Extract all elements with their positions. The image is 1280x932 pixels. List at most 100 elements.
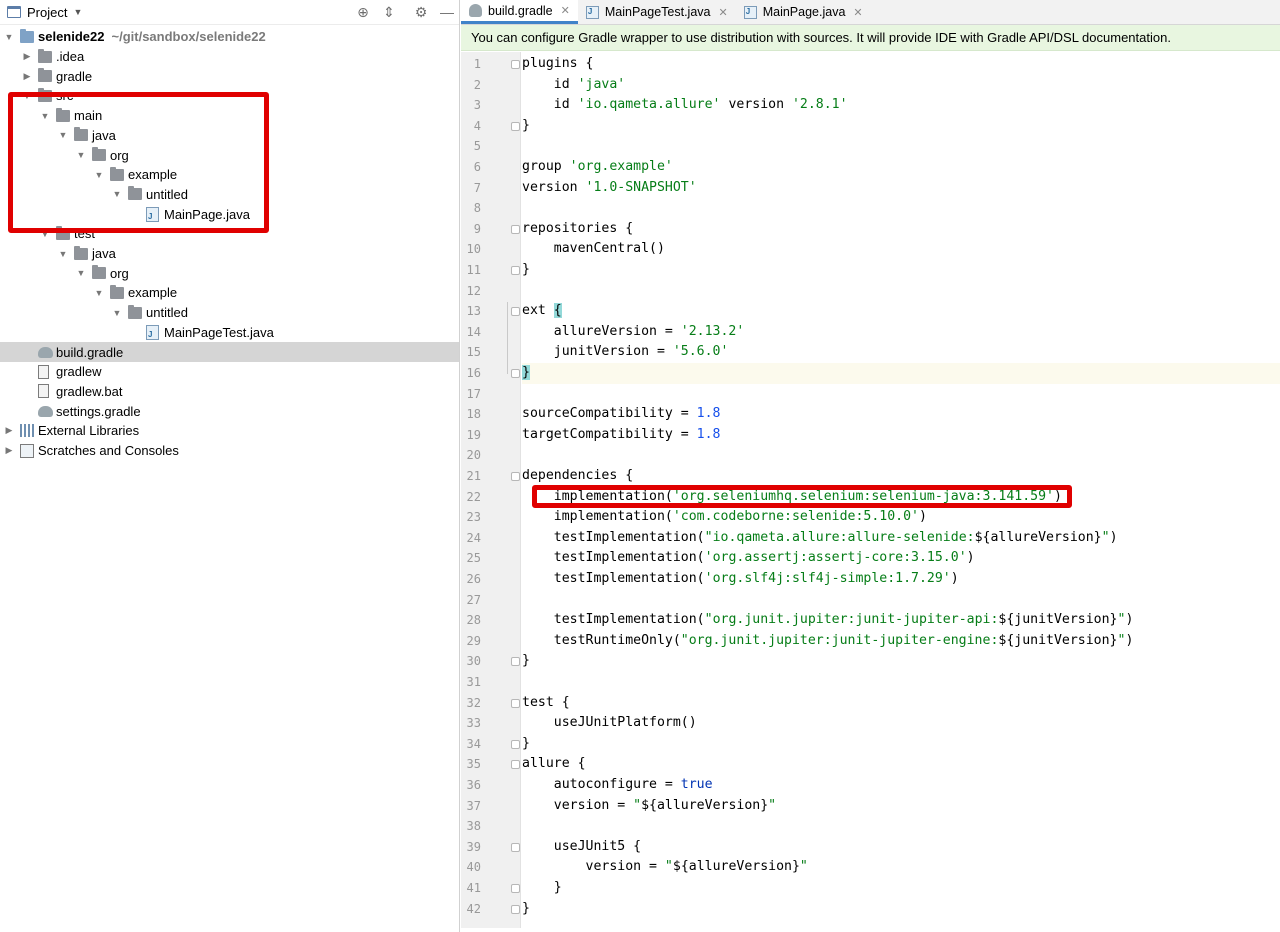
fold-marker-open-icon[interactable]: [511, 307, 520, 317]
code-line[interactable]: allureVersion = '2.13.2': [522, 322, 745, 343]
chevron-down-icon[interactable]: ▼: [112, 189, 122, 199]
code-line[interactable]: group 'org.example': [522, 157, 673, 178]
tree-item-scratches-and-consoles[interactable]: ▶ Scratches and Consoles: [0, 441, 459, 461]
code-line[interactable]: version = "${allureVersion}": [522, 857, 808, 878]
fold-marker-open-icon[interactable]: [511, 472, 520, 481]
code-line[interactable]: version = "${allureVersion}": [522, 796, 776, 817]
chevron-down-icon[interactable]: ▼: [22, 91, 32, 101]
code-line[interactable]: }: [522, 734, 530, 755]
collapse-all-icon[interactable]: ⇕: [381, 4, 397, 20]
tree-item-mainpage-java[interactable]: J MainPage.java: [0, 204, 459, 224]
code-line[interactable]: testImplementation('org.assertj:assertj-…: [522, 548, 975, 569]
code-line[interactable]: }: [522, 116, 530, 137]
code-line[interactable]: allure {: [522, 754, 586, 775]
chevron-down-icon[interactable]: ▼: [112, 308, 122, 318]
code-line[interactable]: testImplementation('org.slf4j:slf4j-simp…: [522, 569, 959, 590]
chevron-down-icon[interactable]: ▼: [40, 111, 50, 121]
fold-marker-open-icon[interactable]: [511, 760, 520, 770]
code-editor[interactable]: 1 2 3 4 5 6 7 8 9 10 11 12 13 14 15 16 17 18 19 20 21 22 23 24 2…: [461, 52, 1280, 928]
tree-item-example[interactable]: ▼ example: [0, 283, 459, 303]
line-number-gutter[interactable]: 1 2 3 4 5 6 7 8 9 10 11 12 13 14 15 16 17 18 19 20 21 22 23 24 2…: [461, 52, 521, 928]
tree-item-gradlew-bat[interactable]: gradlew.bat: [0, 382, 459, 402]
code-line[interactable]: implementation('org.seleniumhq.selenium:…: [522, 487, 1062, 508]
tree-item-selenide22[interactable]: ▼ selenide22 ~/git/sandbox/selenide22: [0, 27, 459, 47]
code-line[interactable]: }: [522, 260, 530, 281]
tab-mainpagetest-java[interactable]: J MainPageTest.java ✕: [578, 0, 736, 24]
tree-item-mainpagetest-java[interactable]: J MainPageTest.java: [0, 323, 459, 343]
fold-marker-close-icon[interactable]: [511, 904, 520, 914]
tree-item-org[interactable]: ▼ org: [0, 145, 459, 165]
close-icon[interactable]: ✕: [853, 6, 862, 19]
code-line[interactable]: targetCompatibility = 1.8: [522, 425, 721, 446]
chevron-right-icon[interactable]: ▶: [22, 51, 32, 62]
tree-item--idea[interactable]: ▶ .idea: [0, 47, 459, 67]
fold-marker-close-icon[interactable]: [511, 657, 520, 667]
code-line[interactable]: }: [522, 878, 562, 899]
fold-marker-close-icon[interactable]: [511, 884, 520, 893]
fold-marker-close-icon[interactable]: [511, 369, 520, 378]
tree-item-test[interactable]: ▼ test: [0, 224, 459, 244]
code-line[interactable]: id 'java': [522, 75, 625, 96]
code-line[interactable]: useJUnit5 {: [522, 837, 641, 858]
code-line[interactable]: testImplementation("org.junit.jupiter:ju…: [522, 610, 1134, 631]
code-line[interactable]: testImplementation("io.qameta.allure:all…: [522, 528, 1118, 549]
code-line[interactable]: repositories {: [522, 219, 633, 240]
chevron-down-icon[interactable]: ▼: [4, 32, 14, 42]
code-line[interactable]: mavenCentral(): [522, 239, 665, 260]
fold-marker-close-icon[interactable]: [511, 266, 520, 275]
code-line[interactable]: plugins {: [522, 54, 593, 75]
tab-build-gradle[interactable]: build.gradle ✕: [461, 0, 578, 24]
tree-item-build-gradle[interactable]: build.gradle: [0, 342, 459, 362]
fold-marker-close-icon[interactable]: [511, 739, 520, 749]
chevron-down-icon[interactable]: ▼: [94, 288, 104, 298]
tree-item-external-libraries[interactable]: ▶ External Libraries: [0, 421, 459, 441]
code-line[interactable]: autoconfigure = true: [522, 775, 713, 796]
tree-item-org[interactable]: ▼ org: [0, 263, 459, 283]
chevron-right-icon[interactable]: ▶: [4, 445, 14, 456]
tree-item-src[interactable]: ▼ src: [0, 86, 459, 106]
code-line[interactable]: dependencies {: [522, 466, 633, 487]
view-selector-chevron-down-icon[interactable]: ▼: [73, 7, 82, 17]
chevron-down-icon[interactable]: ▼: [58, 130, 68, 140]
code-line[interactable]: ext {: [522, 301, 562, 322]
tree-item-main[interactable]: ▼ main: [0, 106, 459, 126]
fold-marker-open-icon[interactable]: [511, 224, 520, 234]
chevron-down-icon[interactable]: ▼: [94, 170, 104, 180]
tree-item-untitled[interactable]: ▼ untitled: [0, 303, 459, 323]
tree-item-untitled[interactable]: ▼ untitled: [0, 185, 459, 205]
close-icon[interactable]: ✕: [561, 4, 570, 17]
project-view-title[interactable]: Project: [27, 5, 67, 20]
chevron-down-icon[interactable]: ▼: [58, 249, 68, 259]
code-line[interactable]: testRuntimeOnly("org.junit.jupiter:junit…: [522, 631, 1134, 652]
code-line[interactable]: }: [522, 363, 530, 384]
hide-panel-icon[interactable]: —: [439, 4, 455, 20]
fold-marker-open-icon[interactable]: [511, 60, 520, 69]
tree-item-java[interactable]: ▼ java: [0, 244, 459, 264]
fold-marker-close-icon[interactable]: [511, 121, 520, 131]
code-line[interactable]: }: [522, 651, 530, 672]
locate-file-icon[interactable]: ⊕: [355, 4, 371, 20]
code-line[interactable]: }: [522, 899, 530, 920]
close-icon[interactable]: ✕: [718, 6, 727, 19]
code-line[interactable]: useJUnitPlatform(): [522, 713, 697, 734]
chevron-down-icon[interactable]: ▼: [76, 268, 86, 278]
code-line[interactable]: junitVersion = '5.6.0': [522, 342, 729, 363]
tab-mainpage-java[interactable]: J MainPage.java ✕: [736, 0, 871, 24]
tree-item-java[interactable]: ▼ java: [0, 126, 459, 146]
fold-marker-open-icon[interactable]: [511, 698, 520, 708]
code-line[interactable]: implementation('com.codeborne:selenide:5…: [522, 507, 927, 528]
code-line[interactable]: sourceCompatibility = 1.8: [522, 404, 721, 425]
gear-icon[interactable]: ⚙: [413, 4, 429, 20]
tree-item-gradlew[interactable]: gradlew: [0, 362, 459, 382]
code-line[interactable]: version '1.0-SNAPSHOT': [522, 178, 697, 199]
tree-item-settings-gradle[interactable]: settings.gradle: [0, 401, 459, 421]
chevron-right-icon[interactable]: ▶: [22, 71, 32, 81]
tree-item-example[interactable]: ▼ example: [0, 165, 459, 185]
chevron-down-icon[interactable]: ▼: [76, 150, 86, 160]
code-line[interactable]: id 'io.qameta.allure' version '2.8.1': [522, 95, 848, 116]
fold-marker-open-icon[interactable]: [511, 842, 520, 852]
code-line[interactable]: test {: [522, 693, 570, 714]
chevron-right-icon[interactable]: ▶: [4, 425, 14, 436]
chevron-down-icon[interactable]: ▼: [40, 229, 50, 239]
tree-item-gradle[interactable]: ▶ gradle: [0, 66, 459, 86]
